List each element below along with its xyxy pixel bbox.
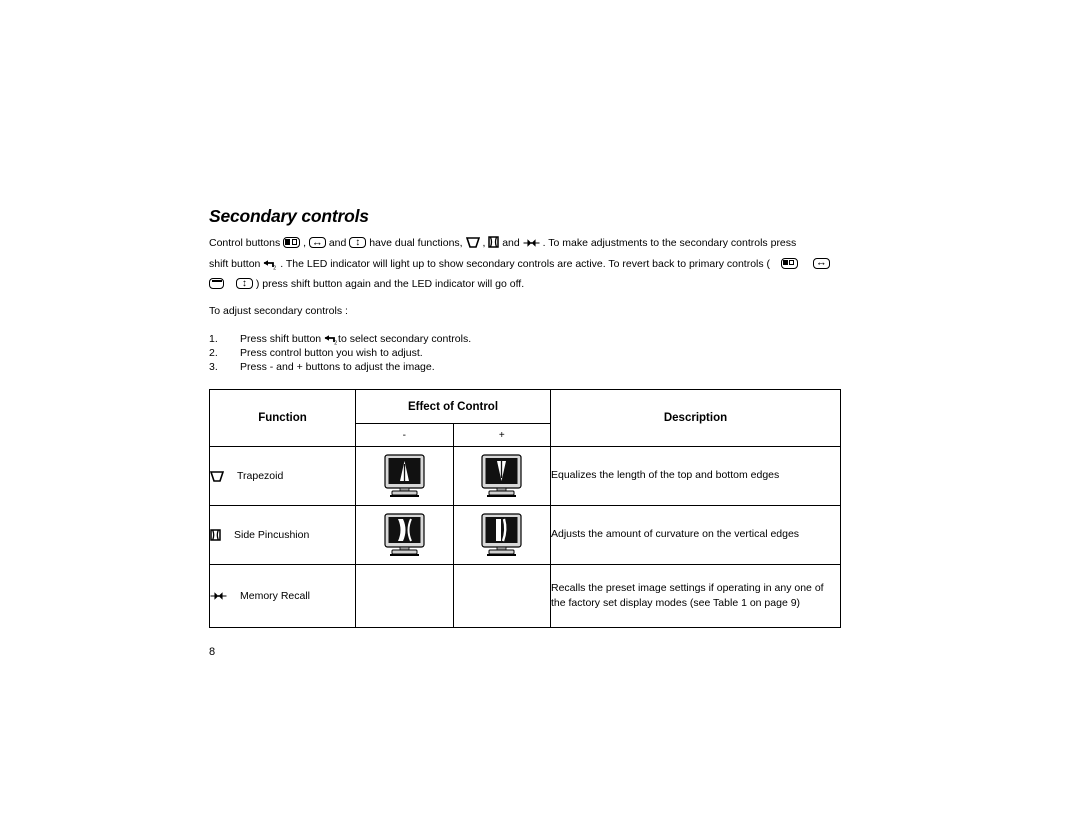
intro-line1-and-2: and	[502, 237, 520, 249]
trapezoid-icon	[465, 237, 480, 248]
intro-line1-text-a: Control buttons	[209, 237, 281, 249]
intro-line1-comma-2: ,	[482, 237, 486, 249]
horizontal-size-button-icon-2	[780, 257, 798, 269]
monitor-trapezoid-minus-icon	[384, 454, 425, 497]
step-number: 3.	[209, 361, 218, 373]
horizontal-position-button-icon	[308, 237, 326, 248]
manual-page: Secondary controls Control buttons , and…	[0, 0, 1080, 834]
column-header-minus: -	[355, 423, 454, 447]
intro-line1-text-d: have dual functions,	[369, 237, 463, 249]
row-function-label: Trapezoid	[237, 470, 284, 482]
intro-line1-comma-1: ,	[303, 237, 306, 249]
step-number: 2.	[209, 347, 218, 359]
row-description-cell: Recalls the preset image settings if ope…	[550, 564, 841, 628]
trapezoid-icon	[210, 470, 224, 482]
row-function-label: Side Pincushion	[234, 529, 310, 541]
memory-recall-icon	[523, 239, 540, 247]
instructions-lead: To adjust secondary controls :	[209, 305, 348, 317]
row-effect-minus-cell	[355, 505, 454, 565]
intro-paragraph: Control buttons , and have dual function…	[209, 233, 854, 295]
row-effect-minus-cell	[355, 446, 454, 506]
intro-line-2: shift button 2 . The LED indicator will …	[209, 254, 854, 275]
vertical-position-button-icon-2	[235, 278, 253, 289]
table-row: Side Pincushion Adjusts the amount of cu…	[209, 505, 841, 565]
page-title: Secondary controls	[209, 206, 369, 226]
step-number: 1.	[209, 333, 218, 345]
table-row: Memory Recall Recalls the preset image s…	[209, 564, 841, 628]
column-header-plus: +	[452, 423, 551, 447]
intro-line-1: Control buttons , and have dual function…	[209, 233, 854, 254]
step-text: Press - and + buttons to adjust the imag…	[240, 361, 435, 373]
page-number: 8	[209, 646, 216, 658]
side-pincushion-icon	[488, 236, 500, 248]
row-effect-minus-cell	[355, 564, 454, 628]
row-effect-plus-cell	[452, 446, 551, 506]
svg-text:2: 2	[273, 265, 276, 269]
row-function-label: Memory Recall	[240, 590, 311, 602]
secondary-controls-table: Function Effect of Control Description -…	[209, 389, 841, 628]
side-pincushion-icon	[210, 529, 221, 541]
intro-line2-text-a: shift button	[209, 257, 261, 270]
table-row: Trapezoid Equalizes the length of the to…	[209, 446, 841, 506]
shift-button-icon-step: 2	[324, 335, 337, 345]
row-description-cell: Adjusts the amount of curvature on the v…	[550, 505, 841, 565]
table-header-row: Function Effect of Control Description	[209, 389, 841, 447]
monitor-trapezoid-plus-icon	[481, 454, 522, 497]
step-text: Press shift button	[240, 333, 322, 345]
monitor-pincushion-minus-icon	[384, 513, 425, 556]
row-function-cell: Side Pincushion	[209, 505, 356, 565]
row-description-cell: Equalizes the length of the top and bott…	[550, 446, 841, 506]
monitor-pincushion-plus-icon	[481, 513, 522, 556]
column-header-function: Function	[209, 389, 356, 447]
instructions-list: 1. Press shift button 2 to select seconda…	[209, 332, 471, 374]
horizontal-position-button-icon-2	[812, 257, 830, 269]
intro-line1-text-g: . To make adjustments to the secondary c…	[542, 237, 797, 249]
vertical-size-button-icon	[209, 278, 224, 289]
row-effect-plus-cell	[452, 564, 551, 628]
list-item: 3. Press - and + buttons to adjust the im…	[209, 360, 471, 374]
row-function-cell: Memory Recall	[209, 564, 356, 628]
intro-line-3: ) press shift button again and the LED i…	[209, 274, 854, 295]
column-header-effect-of-control: Effect of Control	[355, 389, 551, 424]
memory-recall-icon	[210, 592, 227, 600]
shift-button-icon: 2	[263, 259, 276, 270]
intro-line1-and-1: and	[328, 237, 347, 249]
intro-line2-text-b: . The LED indicator will light up to sho…	[280, 257, 771, 270]
list-item: 1. Press shift button 2 to select seconda…	[209, 332, 471, 346]
step-text-tail: to select secondary controls.	[338, 333, 472, 345]
step-text: Press control button you wish to adjust.	[240, 347, 423, 359]
list-item: 2. Press control button you wish to adjus…	[209, 346, 471, 360]
horizontal-size-button-icon	[283, 237, 301, 248]
intro-line3-text-a: ) press shift button again and the LED i…	[255, 278, 525, 290]
vertical-position-button-icon	[349, 237, 367, 248]
svg-text:2: 2	[334, 341, 337, 345]
column-header-description: Description	[550, 389, 841, 447]
row-function-cell: Trapezoid	[209, 446, 356, 506]
row-effect-plus-cell	[452, 505, 551, 565]
